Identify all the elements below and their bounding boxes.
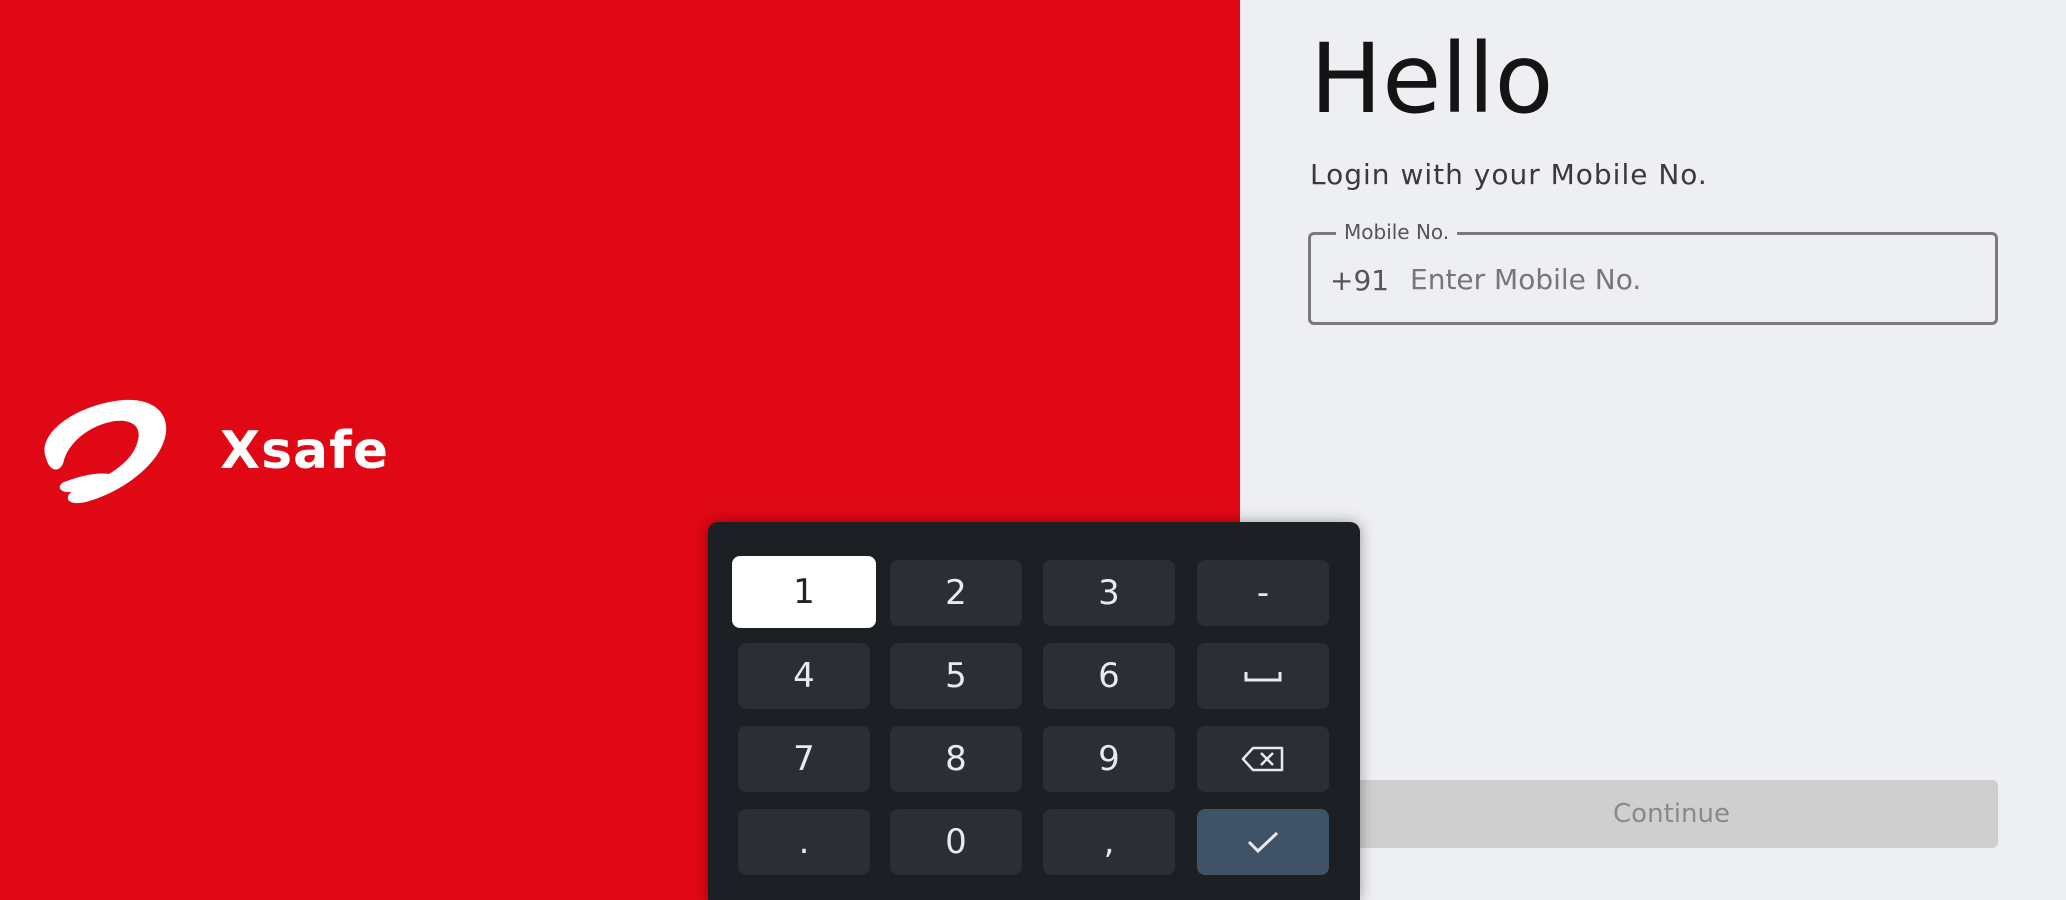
key-space[interactable]	[1197, 643, 1329, 709]
numeric-keypad: 1 2 3 - 4 5 6 7 8 9 . 0 ,	[708, 522, 1360, 900]
key-8[interactable]: 8	[890, 726, 1022, 792]
key-3[interactable]: 3	[1043, 560, 1175, 626]
key-dash[interactable]: -	[1197, 560, 1329, 626]
key-7[interactable]: 7	[738, 726, 870, 792]
country-code-prefix: +91	[1330, 264, 1390, 297]
key-backspace[interactable]	[1197, 726, 1329, 792]
key-comma[interactable]: ,	[1043, 809, 1175, 875]
key-6[interactable]: 6	[1043, 643, 1175, 709]
key-2[interactable]: 2	[890, 560, 1022, 626]
checkmark-icon	[1247, 831, 1279, 854]
key-1[interactable]: 1	[732, 556, 876, 628]
key-confirm[interactable]	[1197, 809, 1329, 875]
brand-name: Xsafe	[220, 421, 390, 481]
airtel-swirl-logo-icon	[44, 399, 167, 504]
key-4[interactable]: 4	[738, 643, 870, 709]
continue-button[interactable]: Continue	[1345, 780, 1998, 848]
page-title: Hello	[1310, 23, 1554, 135]
key-9[interactable]: 9	[1043, 726, 1175, 792]
key-0[interactable]: 0	[890, 809, 1022, 875]
space-icon	[1244, 672, 1282, 682]
mobile-field-label: Mobile No.	[1336, 220, 1458, 244]
backspace-icon	[1241, 746, 1284, 772]
key-5[interactable]: 5	[890, 643, 1022, 709]
brand-lockup: Xsafe	[24, 390, 389, 512]
mobile-number-input[interactable]	[1410, 256, 1970, 302]
key-dot[interactable]: .	[738, 809, 870, 875]
login-subtitle: Login with your Mobile No.	[1310, 158, 1708, 191]
